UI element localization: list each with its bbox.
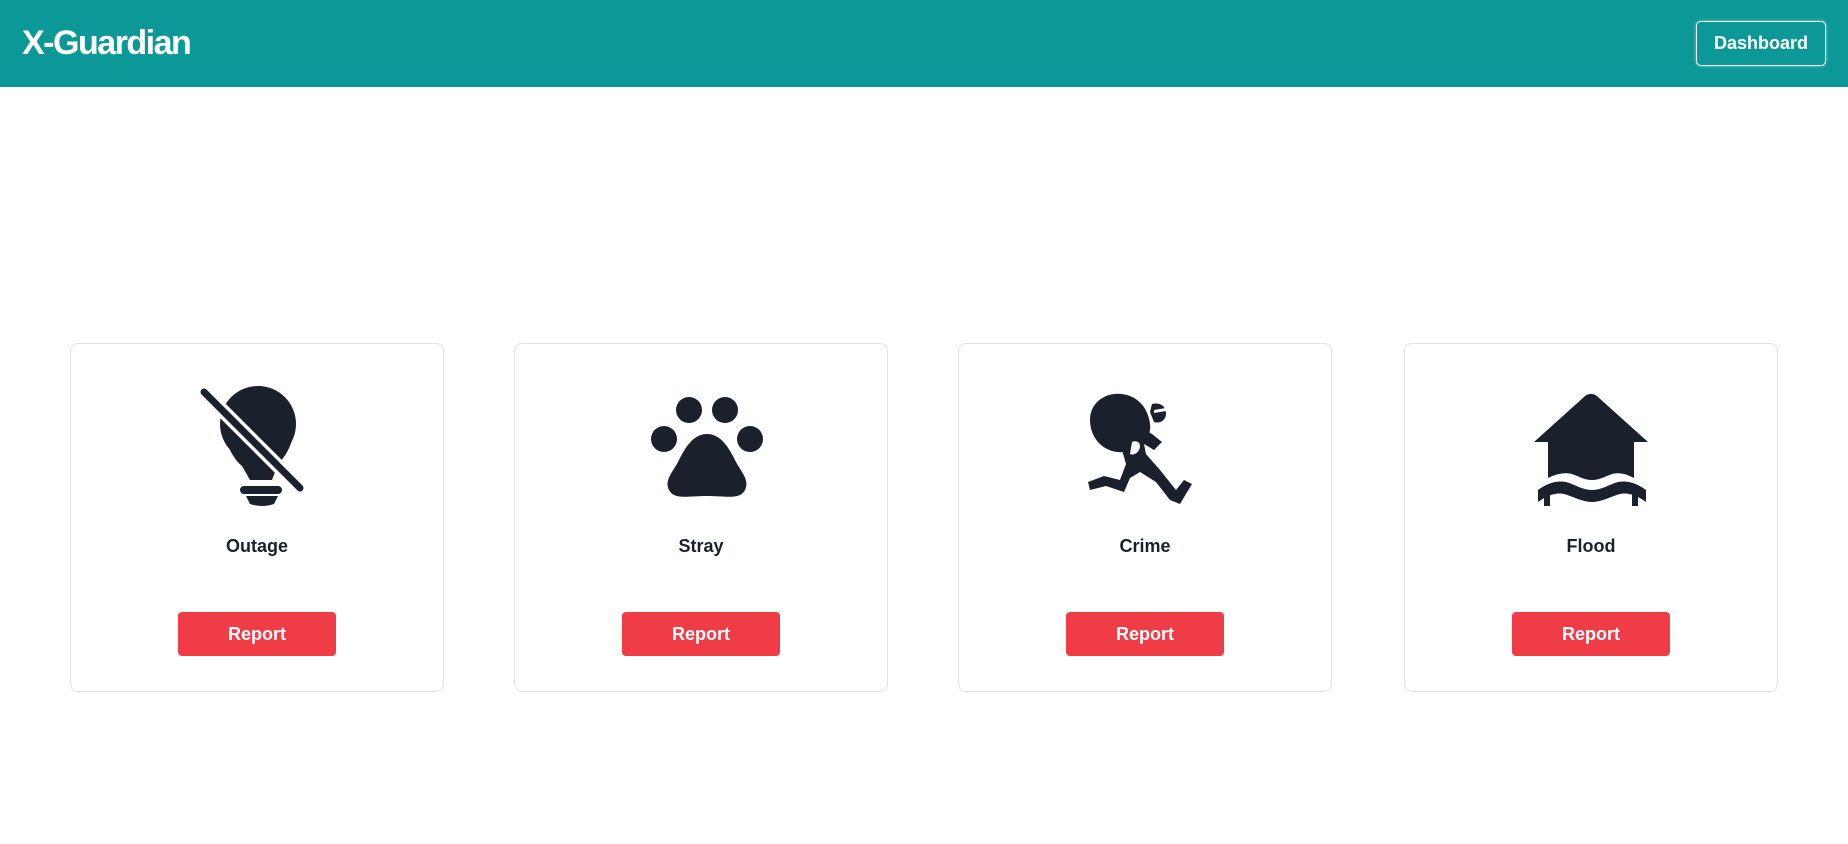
report-crime-button[interactable]: Report (1066, 612, 1224, 656)
report-flood-button[interactable]: Report (1512, 612, 1670, 656)
card-crime: Crime Report (958, 343, 1332, 692)
report-outage-button[interactable]: Report (178, 612, 336, 656)
thief-running-icon (1080, 380, 1210, 510)
card-outage: Outage Report (70, 343, 444, 692)
paw-icon (636, 380, 766, 510)
card-stray: Stray Report (514, 343, 888, 692)
top-navbar: X-Guardian Dashboard (0, 0, 1848, 87)
report-cards: Outage Report Stray Report Crime Report … (70, 343, 1778, 692)
card-title: Flood (1566, 536, 1616, 556)
report-stray-button[interactable]: Report (622, 612, 780, 656)
lightbulb-slash-icon (192, 380, 322, 510)
card-flood: Flood Report (1404, 343, 1778, 692)
card-title: Stray (678, 536, 724, 556)
house-flood-icon (1526, 380, 1656, 510)
brand-logo[interactable]: X-Guardian (22, 24, 192, 63)
dashboard-button[interactable]: Dashboard (1696, 21, 1826, 66)
card-title: Crime (1119, 536, 1171, 556)
card-title: Outage (225, 536, 288, 556)
